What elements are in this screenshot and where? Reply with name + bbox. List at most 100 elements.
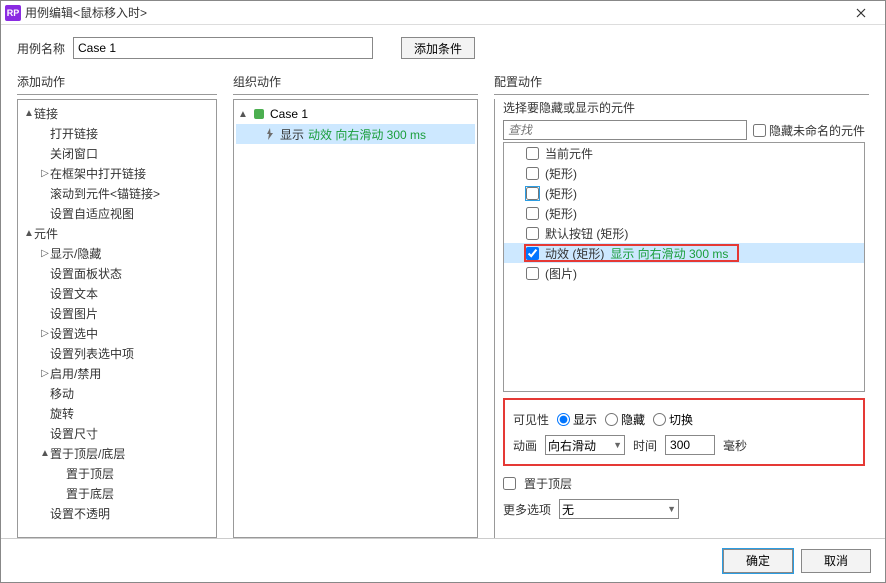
widget-row[interactable]: 当前元件 — [504, 143, 864, 163]
widget-checkbox[interactable] — [526, 167, 539, 180]
tree-label: 设置不透明 — [50, 505, 110, 522]
case-name-row: 用例名称 添加条件 — [17, 37, 869, 59]
more-options-select[interactable]: 无 ▼ — [559, 499, 679, 519]
tree-label: 设置图片 — [50, 305, 98, 322]
close-button[interactable] — [841, 1, 881, 25]
configure-action-title: 配置动作 — [494, 73, 869, 95]
ok-button[interactable]: 确定 — [723, 549, 793, 573]
widget-list[interactable]: 当前元件(矩形)(矩形)(矩形)默认按钮 (矩形)动效 (矩形)显示 向右滑动 … — [503, 142, 865, 392]
tree-node[interactable]: ▷启用/禁用 — [18, 363, 216, 383]
dialog-footer: 确定 取消 — [1, 538, 885, 582]
tree-label: 设置自适应视图 — [50, 205, 134, 222]
widget-row[interactable]: 动效 (矩形)显示 向右滑动 300 ms — [504, 243, 864, 263]
widget-row[interactable]: 默认按钮 (矩形) — [504, 223, 864, 243]
tree-node[interactable]: 设置不透明 — [18, 503, 216, 523]
visibility-label: 可见性 — [513, 411, 549, 428]
tree-node[interactable]: 打开链接 — [18, 123, 216, 143]
time-label: 时间 — [633, 437, 657, 454]
case-node[interactable]: ▲ Case 1 — [236, 104, 475, 124]
hide-unnamed-option[interactable]: 隐藏未命名的元件 — [753, 122, 865, 139]
cancel-button[interactable]: 取消 — [801, 549, 871, 573]
widget-checkbox[interactable] — [526, 207, 539, 220]
tree-node[interactable]: 设置列表选中项 — [18, 343, 216, 363]
select-widget-label: 选择要隐藏或显示的元件 — [503, 99, 865, 116]
tree-node[interactable]: ▲元件 — [18, 223, 216, 243]
tree-node[interactable]: 设置面板状态 — [18, 263, 216, 283]
widget-checkbox[interactable] — [526, 247, 539, 260]
radio-toggle[interactable] — [653, 413, 666, 426]
case-name-label: 用例名称 — [17, 40, 65, 57]
search-widget-input[interactable] — [503, 120, 747, 140]
tree-node[interactable]: ▷设置选中 — [18, 323, 216, 343]
add-action-title: 添加动作 — [17, 73, 217, 95]
tree-node[interactable]: ▲置于顶层/底层 — [18, 443, 216, 463]
action-node[interactable]: 显示 动效 向右滑动 300 ms — [236, 124, 475, 144]
tree-label: 设置选中 — [50, 325, 98, 342]
widget-checkbox[interactable] — [526, 187, 539, 200]
tree-label: 滚动到元件<锚链接> — [50, 185, 160, 202]
chevron-down-icon: ▼ — [667, 504, 676, 514]
tree-node[interactable]: 置于底层 — [18, 483, 216, 503]
widget-label: (图片) — [545, 265, 577, 282]
tree-node[interactable]: ▲链接 — [18, 103, 216, 123]
tree-label: 设置尺寸 — [50, 425, 98, 442]
tree-node[interactable]: 滚动到元件<锚链接> — [18, 183, 216, 203]
action-prefix: 显示 — [280, 126, 304, 143]
add-condition-button[interactable]: 添加条件 — [401, 37, 475, 59]
bring-to-front-checkbox[interactable] — [503, 477, 516, 490]
widget-label: 默认按钮 (矩形) — [545, 225, 628, 242]
add-action-panel: 添加动作 ▲链接打开链接关闭窗口▷在框架中打开链接滚动到元件<锚链接>设置自适应… — [17, 73, 217, 538]
hide-unnamed-checkbox[interactable] — [753, 124, 766, 137]
radio-hide[interactable] — [605, 413, 618, 426]
expand-icon: ▷ — [40, 328, 50, 339]
widget-row[interactable]: (图片) — [504, 263, 864, 283]
tree-node[interactable]: 关闭窗口 — [18, 143, 216, 163]
case-label: Case 1 — [270, 107, 308, 121]
tree-node[interactable]: 设置自适应视图 — [18, 203, 216, 223]
ms-label: 毫秒 — [723, 437, 747, 454]
more-options-label: 更多选项 — [503, 501, 551, 518]
lightning-icon — [264, 128, 276, 140]
widget-checkbox[interactable] — [526, 227, 539, 240]
animation-value: 向右滑动 — [548, 437, 596, 454]
widget-label: (矩形) — [545, 205, 577, 222]
tree-label: 移动 — [50, 385, 74, 402]
tree-node[interactable]: 设置尺寸 — [18, 423, 216, 443]
title-bar: RP 用例编辑<鼠标移入时> — [1, 1, 885, 25]
tree-label: 在框架中打开链接 — [50, 165, 146, 182]
radio-show[interactable] — [557, 413, 570, 426]
tree-node[interactable]: 旋转 — [18, 403, 216, 423]
organize-action-panel: 组织动作 ▲ Case 1 显示 动效 向右滑动 300 ms — [233, 73, 478, 538]
tree-label: 元件 — [34, 225, 58, 242]
visibility-settings: 可见性 显示 隐藏 切换 动画 向右滑动 ▼ 时间 毫秒 — [503, 398, 865, 466]
widget-row[interactable]: (矩形) — [504, 183, 864, 203]
tree-label: 旋转 — [50, 405, 74, 422]
close-icon — [856, 8, 866, 18]
time-input[interactable] — [665, 435, 715, 455]
radio-hide-label: 隐藏 — [621, 411, 645, 428]
expand-icon: ▷ — [40, 248, 50, 259]
tree-label: 设置文本 — [50, 285, 98, 302]
case-name-input[interactable] — [73, 37, 373, 59]
tree-label: 显示/隐藏 — [50, 245, 101, 262]
tree-node[interactable]: 设置文本 — [18, 283, 216, 303]
tree-label: 设置列表选中项 — [50, 345, 134, 362]
animation-label: 动画 — [513, 437, 537, 454]
animation-select[interactable]: 向右滑动 ▼ — [545, 435, 625, 455]
window-title: 用例编辑<鼠标移入时> — [25, 4, 841, 21]
tree-node[interactable]: 设置图片 — [18, 303, 216, 323]
expand-icon: ▲ — [238, 109, 248, 120]
widget-row[interactable]: (矩形) — [504, 203, 864, 223]
case-tree[interactable]: ▲ Case 1 显示 动效 向右滑动 300 ms — [233, 99, 478, 538]
tree-node[interactable]: ▷在框架中打开链接 — [18, 163, 216, 183]
tree-label: 打开链接 — [50, 125, 98, 142]
tree-node[interactable]: ▷显示/隐藏 — [18, 243, 216, 263]
hide-unnamed-label: 隐藏未命名的元件 — [769, 122, 865, 139]
bring-to-front-label: 置于顶层 — [524, 475, 572, 492]
widget-checkbox[interactable] — [526, 147, 539, 160]
tree-node[interactable]: 置于顶层 — [18, 463, 216, 483]
widget-row[interactable]: (矩形) — [504, 163, 864, 183]
tree-node[interactable]: 移动 — [18, 383, 216, 403]
action-tree[interactable]: ▲链接打开链接关闭窗口▷在框架中打开链接滚动到元件<锚链接>设置自适应视图▲元件… — [17, 99, 217, 538]
widget-checkbox[interactable] — [526, 267, 539, 280]
